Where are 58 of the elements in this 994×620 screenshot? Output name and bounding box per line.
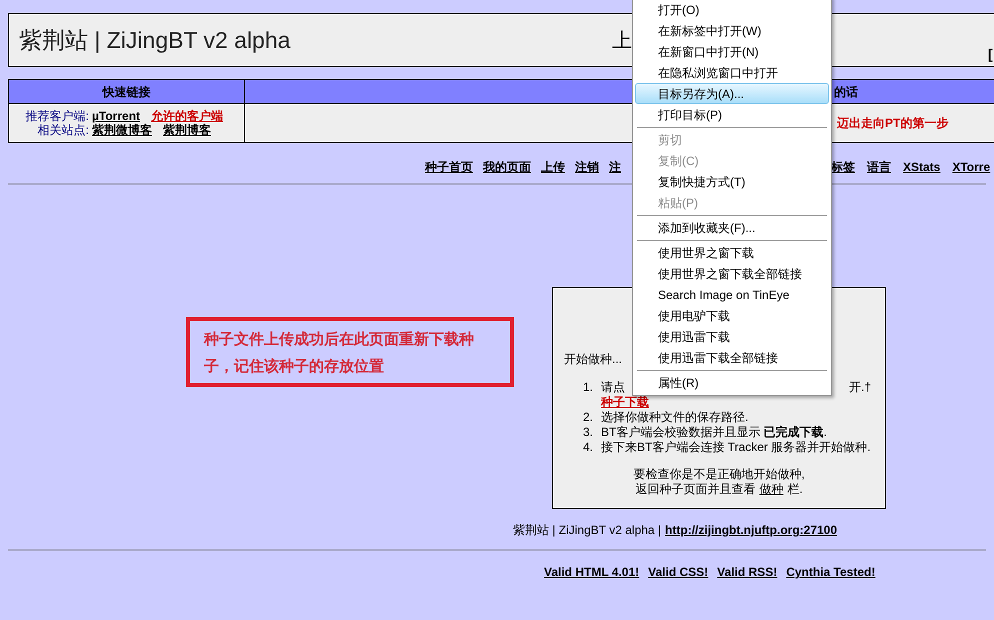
menu-item[interactable]: 使用迅雷下载 xyxy=(635,326,829,347)
nav-link[interactable]: 语言 xyxy=(867,158,891,176)
validator-link[interactable]: Valid RSS! xyxy=(717,563,778,581)
menu-item[interactable]: 打开(O) xyxy=(635,0,829,20)
menu-item[interactable]: 在隐私浏览窗口中打开 xyxy=(635,62,829,83)
menu-item[interactable]: 目标另存为(A)... xyxy=(635,83,829,104)
footer-text: 紫荆站 | ZiJingBT v2 alpha | xyxy=(512,522,662,539)
list-number: 2. xyxy=(583,410,594,425)
link[interactable]: 紫荆微博客 xyxy=(92,123,152,137)
validator-link[interactable]: Valid HTML 4.01! xyxy=(544,563,640,581)
footer-link[interactable]: http://zijingbt.njuftp.org:27100 xyxy=(665,521,838,539)
menu-item[interactable]: 使用电驴下载 xyxy=(635,305,829,326)
step-text: 接下来BT客户端会连接 Tracker 服务器并开始做种. xyxy=(601,440,871,455)
list-number: 3. xyxy=(583,425,594,440)
header-text: [ xyxy=(988,45,993,64)
link[interactable]: 紫荆博客 xyxy=(163,123,211,137)
slogan-text: 迈出走向PT的第一步 xyxy=(837,115,948,132)
intro-text: 开始做种... xyxy=(564,352,622,367)
menu-item[interactable]: 打印目标(P) xyxy=(635,104,829,125)
list-number: 1. xyxy=(583,380,594,396)
menu-item[interactable]: 添加到收藏夹(F)... xyxy=(635,217,829,238)
seeding-link[interactable]: 做种 xyxy=(759,482,784,497)
menu-item[interactable]: 在新标签中打开(W) xyxy=(635,20,829,41)
note-text: 要检查你是不是正确地开始做种, xyxy=(633,467,805,482)
nav-link[interactable]: 我的页面 xyxy=(483,158,531,176)
column-heading: 的话 xyxy=(834,84,858,100)
site-title: 紫荆站 | ZiJingBT v2 alpha xyxy=(19,26,290,55)
nav-link[interactable]: 标签 xyxy=(831,158,855,176)
column-heading: 快速链接 xyxy=(9,80,245,103)
menu-item[interactable]: 使用世界之窗下载全部链接 xyxy=(635,263,829,284)
nav-link[interactable]: 种子首页 xyxy=(425,158,473,176)
nav-link[interactable]: XStats xyxy=(903,158,940,176)
validator-link[interactable]: Valid CSS! xyxy=(648,563,708,581)
step-text: 选择你做种文件的保存路径. xyxy=(601,410,748,425)
link-label: 相关站点: xyxy=(36,123,89,137)
nav-link[interactable]: 注 xyxy=(609,158,621,176)
link[interactable]: 允许的客户端 xyxy=(151,109,224,123)
validator-link[interactable]: Cynthia Tested! xyxy=(786,563,876,581)
nav-link[interactable]: 注销 xyxy=(575,158,599,176)
menu-item[interactable]: 复制快捷方式(T) xyxy=(635,171,829,192)
annotation-callout: 种子文件上传成功后在此页面重新下载种子，记住该种子的存放位置 xyxy=(186,317,514,387)
note-text: 栏. xyxy=(787,482,803,497)
menu-item[interactable]: 使用迅雷下载全部链接 xyxy=(635,347,829,368)
list-number: 4. xyxy=(583,440,594,455)
menu-item[interactable]: Search Image on TinEye xyxy=(635,284,829,305)
nav-link[interactable]: 上传 xyxy=(541,158,565,176)
link[interactable]: µTorrent xyxy=(92,109,140,123)
nav-link[interactable]: XTorre xyxy=(952,158,990,176)
step-text: 请点 xyxy=(601,380,625,395)
download-link[interactable]: 种子下载 xyxy=(601,395,649,410)
menu-item[interactable]: 属性(R) xyxy=(635,372,829,393)
note-text: 返回种子页面并且查看 xyxy=(635,482,756,497)
step-text: 开.† xyxy=(848,380,871,395)
header-text: 上 xyxy=(612,29,632,54)
step-text: BT客户端会校验数据并且显示 已完成下载. xyxy=(601,425,828,440)
menu-item[interactable]: 在新窗口中打开(N) xyxy=(635,41,829,62)
menu-item[interactable]: 使用世界之窗下载 xyxy=(635,242,829,263)
link-label: 推荐客户端: xyxy=(24,109,89,123)
